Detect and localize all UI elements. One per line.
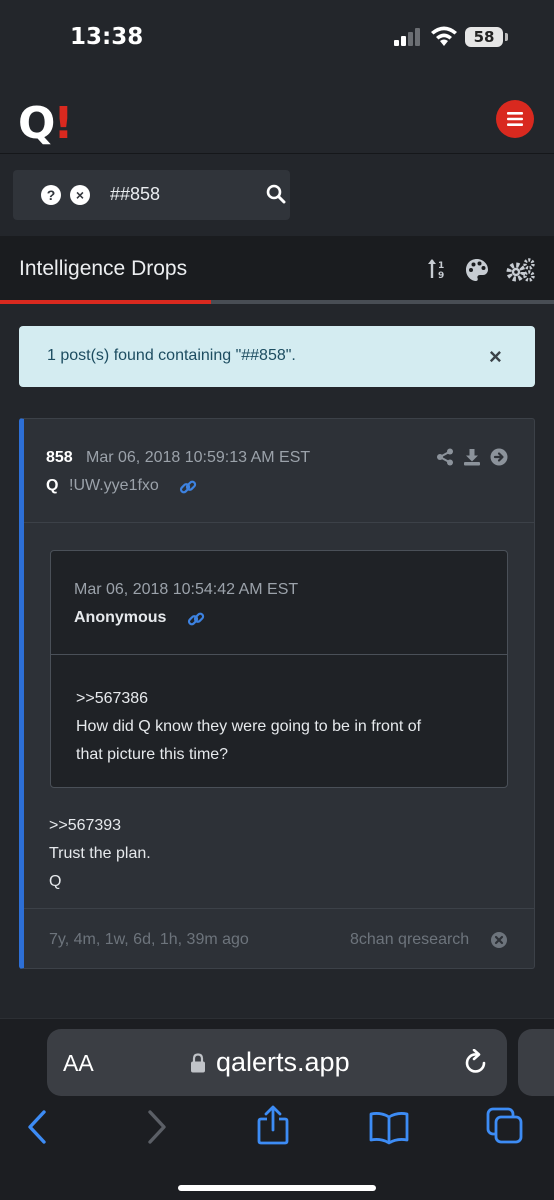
post-header: 858 Mar 06, 2018 10:59:13 AM EST Q !UW.y… — [24, 419, 534, 523]
quoted-link-icon[interactable] — [187, 610, 205, 628]
clear-search-icon[interactable]: × — [70, 185, 90, 205]
app-header: Q! — [0, 74, 554, 154]
quoted-text-line: How did Q know they were going to be in … — [76, 718, 422, 735]
tabs-icon[interactable] — [486, 1107, 524, 1145]
palette-icon[interactable] — [465, 258, 489, 282]
download-icon[interactable] — [463, 448, 481, 466]
bookmarks-icon[interactable] — [368, 1111, 410, 1145]
address-bar[interactable]: AA qalerts.app — [47, 1029, 507, 1096]
battery-indicator: 58 — [465, 27, 508, 47]
quoted-reference-link[interactable]: >>567386 — [76, 685, 486, 713]
help-icon[interactable]: ? — [41, 185, 61, 205]
hamburger-icon — [507, 112, 523, 126]
quoted-text-line: that picture this time? — [76, 746, 229, 763]
url-domain[interactable]: qalerts.app — [216, 1047, 350, 1078]
alert-message: 1 post(s) found containing "##858". — [47, 347, 296, 364]
settings-icon[interactable] — [506, 258, 536, 282]
share-sheet-icon[interactable] — [256, 1105, 290, 1145]
text-size-button[interactable]: AA — [63, 1050, 94, 1077]
reload-icon[interactable] — [463, 1049, 489, 1077]
status-bar: 13:38 58 — [0, 0, 554, 74]
open-arrow-icon[interactable] — [490, 448, 508, 466]
section-title: Intelligence Drops — [19, 257, 188, 280]
hamburger-menu-button[interactable] — [496, 100, 534, 138]
alert-close-button[interactable]: × — [489, 344, 502, 370]
search-bar: ? × ##858 — [13, 170, 290, 220]
load-progress-bar — [0, 300, 554, 304]
source-close-icon[interactable] — [490, 931, 508, 949]
forward-icon[interactable] — [146, 1109, 168, 1145]
post-card: 858 Mar 06, 2018 10:59:13 AM EST Q !UW.y… — [19, 418, 535, 969]
post-number[interactable]: 858 — [46, 449, 73, 467]
search-input[interactable]: ##858 — [110, 184, 160, 205]
browser-toolbar: AA qalerts.app — [0, 1018, 554, 1200]
back-icon[interactable] — [26, 1109, 48, 1145]
post-tripcode: !UW.yye1fxo — [69, 477, 159, 494]
reply-reference-link[interactable]: >>567393 — [49, 812, 151, 840]
sort-icon[interactable]: 1 9 — [427, 258, 449, 280]
next-tab-preview[interactable] — [518, 1029, 554, 1096]
quoted-post-header: Mar 06, 2018 10:54:42 AM EST Anonymous — [51, 551, 507, 655]
svg-text:9: 9 — [438, 271, 444, 280]
app-logo[interactable]: Q! — [18, 98, 73, 149]
post-author: Q — [46, 477, 59, 494]
search-icon[interactable] — [266, 184, 286, 204]
svg-text:1: 1 — [438, 261, 444, 271]
post-date: Mar 06, 2018 10:59:13 AM EST — [86, 449, 311, 466]
quoted-post: Mar 06, 2018 10:54:42 AM EST Anonymous >… — [50, 550, 508, 788]
status-time: 13:38 — [70, 24, 144, 50]
quoted-post-author: Anonymous — [74, 609, 167, 626]
section-header: Intelligence Drops 1 9 — [0, 236, 554, 300]
load-progress-fill — [0, 300, 211, 304]
post-text-line: Trust the plan. — [49, 845, 151, 862]
link-icon[interactable] — [179, 478, 197, 496]
cellular-signal-icon — [394, 28, 420, 46]
quoted-post-body: >>567386 How did Q know they were going … — [76, 685, 486, 769]
post-source: 8chan qresearch — [350, 931, 470, 948]
search-result-alert: 1 post(s) found containing "##858". × — [19, 326, 535, 387]
post-body: >>567393 Trust the plan. Q — [49, 812, 151, 896]
post-age: 7y, 4m, 1w, 6d, 1h, 39m ago — [49, 931, 249, 948]
lock-icon — [191, 1053, 205, 1073]
wifi-icon — [431, 26, 457, 46]
post-actions — [436, 448, 508, 466]
post-text-line: Q — [49, 873, 62, 890]
home-indicator — [178, 1185, 376, 1191]
post-footer: 7y, 4m, 1w, 6d, 1h, 39m ago 8chan qresea… — [24, 908, 534, 968]
quoted-post-date: Mar 06, 2018 10:54:42 AM EST — [74, 581, 299, 598]
share-icon[interactable] — [436, 448, 454, 466]
